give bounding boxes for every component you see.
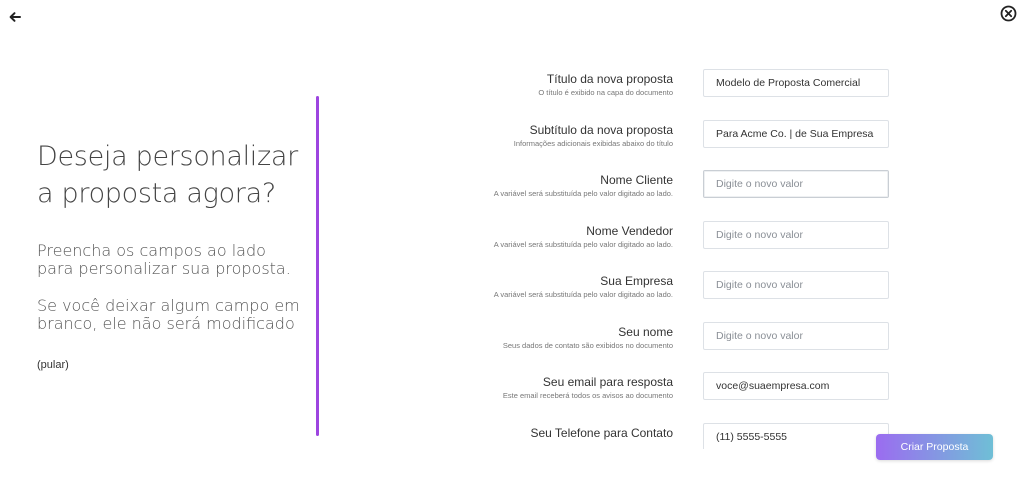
form-row-phone: Seu Telefone para Contato bbox=[430, 422, 900, 449]
field-hint: Este email receberá todos os avisos ao d… bbox=[502, 391, 673, 400]
seller-name-input[interactable] bbox=[703, 220, 889, 249]
close-button[interactable] bbox=[998, 3, 1018, 23]
field-hint: A variável será substituída pelo valor d… bbox=[493, 189, 673, 198]
create-proposal-button[interactable]: Criar Proposta bbox=[876, 434, 993, 460]
company-input[interactable] bbox=[703, 271, 889, 299]
field-label: Nome Cliente bbox=[600, 173, 673, 187]
field-label: Subtítulo da nova proposta bbox=[529, 122, 673, 137]
field-label: Título da nova proposta bbox=[546, 72, 673, 86]
close-circle-icon bbox=[1000, 5, 1016, 21]
field-hint: A variável será substituída pelo valor d… bbox=[493, 239, 673, 249]
blank-field-note: Se você deixar algum campo em branco, el… bbox=[37, 296, 300, 333]
skip-link[interactable]: (pular) bbox=[37, 359, 69, 371]
form-row-seller-name: Nome Vendedor A variável será substituíd… bbox=[430, 220, 900, 271]
arrow-left-icon bbox=[9, 12, 21, 22]
back-button[interactable] bbox=[6, 8, 24, 26]
field-hint: O título é exibido na capa do documento bbox=[538, 88, 673, 97]
intro-panel: Deseja personalizar a proposta agora? Pr… bbox=[37, 138, 307, 373]
form-row-client-name: Nome Cliente A variável será substituída… bbox=[430, 169, 900, 220]
proposal-form: Título da nova proposta O título é exibi… bbox=[430, 68, 900, 449]
field-label: Seu email para resposta bbox=[542, 375, 673, 389]
proposal-title-input[interactable] bbox=[703, 69, 889, 97]
field-hint: Seus dados de contato são exibidos no do… bbox=[502, 340, 673, 350]
fill-instructions: Preencha os campos ao lado para personal… bbox=[37, 241, 291, 278]
phone-input[interactable] bbox=[703, 422, 889, 449]
customize-proposal-page: Deseja personalizar a proposta agora? Pr… bbox=[0, 0, 1024, 479]
form-row-your-name: Seu nome Seus dados de contato são exibi… bbox=[430, 321, 900, 372]
form-row-company: Sua Empresa A variável será substituída … bbox=[430, 270, 900, 321]
reply-email-input[interactable] bbox=[703, 372, 889, 400]
page-heading: Deseja personalizar a proposta agora? bbox=[37, 141, 298, 209]
form-row-title: Título da nova proposta O título é exibi… bbox=[430, 68, 900, 119]
field-hint: A variável será substituída pelo valor d… bbox=[493, 290, 673, 299]
proposal-subtitle-input[interactable] bbox=[703, 119, 889, 148]
field-label: Nome Vendedor bbox=[586, 223, 673, 238]
form-row-subtitle: Subtítulo da nova proposta Informações a… bbox=[430, 119, 900, 170]
field-label: Sua Empresa bbox=[600, 274, 673, 288]
field-label: Seu Telefone para Contato bbox=[530, 425, 673, 440]
client-name-input[interactable] bbox=[703, 170, 889, 198]
field-hint: Informações adicionais exibidas abaixo d… bbox=[513, 138, 673, 148]
field-label: Seu nome bbox=[618, 324, 673, 339]
your-name-input[interactable] bbox=[703, 321, 889, 350]
vertical-divider bbox=[316, 96, 319, 436]
form-row-email: Seu email para resposta Este email receb… bbox=[430, 371, 900, 422]
